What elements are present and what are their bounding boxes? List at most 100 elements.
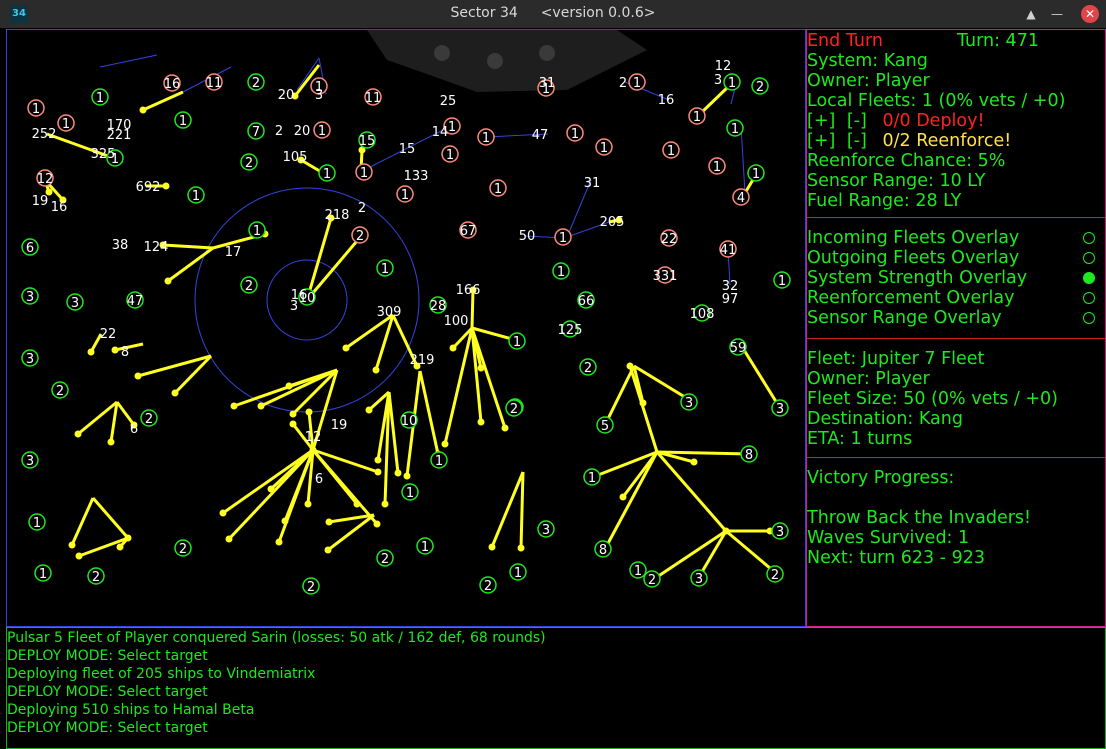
fleet-marker-icon[interactable]	[403, 472, 411, 480]
fleet-marker-icon[interactable]	[164, 277, 172, 285]
star-system-player[interactable]: 1	[773, 271, 791, 289]
fleet-marker-icon[interactable]	[75, 552, 83, 560]
overlay-radio-off-icon[interactable]	[1083, 252, 1095, 264]
deploy-minus-button[interactable]: [-]	[847, 111, 867, 131]
star-system-enemy[interactable]: 1	[628, 73, 646, 91]
star-system-player[interactable]: 3	[537, 520, 555, 538]
star-system-enemy[interactable]: 12	[36, 169, 54, 187]
star-system-player[interactable]: 28	[429, 296, 447, 314]
star-system-player[interactable]: 2	[174, 539, 192, 557]
fleet-marker-icon[interactable]	[305, 408, 313, 416]
star-system-player[interactable]: 2	[579, 358, 597, 376]
star-system-player[interactable]: 2	[643, 570, 661, 588]
star-system-player[interactable]: 2	[751, 77, 769, 95]
star-system-player[interactable]: 1	[723, 73, 741, 91]
star-system-player[interactable]: 47	[126, 291, 144, 309]
star-system-player[interactable]: 1	[629, 561, 647, 579]
fleet-marker-icon[interactable]	[324, 546, 332, 554]
fleet-marker-icon[interactable]	[111, 346, 119, 354]
star-system-player[interactable]: 2	[87, 567, 105, 585]
star-system-enemy[interactable]: 1	[554, 228, 572, 246]
star-system-player[interactable]: 10	[400, 411, 418, 429]
star-system-enemy[interactable]: 41	[719, 240, 737, 258]
close-icon[interactable]: ✕	[1081, 5, 1099, 23]
star-system-player[interactable]: 2	[376, 549, 394, 567]
star-system-player[interactable]: 2	[479, 576, 497, 594]
star-system-player[interactable]: 66	[577, 291, 595, 309]
overlay-radio-on-icon[interactable]	[1083, 272, 1095, 284]
minimize-icon[interactable]: —	[1050, 4, 1064, 24]
fleet-marker-icon[interactable]	[134, 372, 142, 380]
star-system-player[interactable]: 1	[747, 164, 765, 182]
star-system-player[interactable]: 3	[771, 399, 789, 417]
star-system-player[interactable]: 1	[318, 164, 336, 182]
star-system-player[interactable]: 3	[21, 287, 39, 305]
fleet-marker-icon[interactable]	[477, 418, 485, 426]
star-system-player[interactable]: 2	[140, 409, 158, 427]
star-system-player[interactable]: 2	[240, 153, 258, 171]
fleet-marker-icon[interactable]	[171, 389, 179, 397]
star-system-player[interactable]: 3	[21, 451, 39, 469]
star-system-player[interactable]: 1	[34, 564, 52, 582]
star-system-player[interactable]: 1	[174, 111, 192, 129]
fleet-marker-icon[interactable]	[639, 399, 647, 407]
star-system-enemy[interactable]: 67	[459, 221, 477, 239]
fleet-marker-icon[interactable]	[139, 106, 147, 114]
reinforce-plus-button[interactable]: [+]	[807, 131, 835, 151]
star-system-player[interactable]: 1	[187, 186, 205, 204]
fleet-marker-icon[interactable]	[107, 438, 115, 446]
star-system-enemy[interactable]: 1	[489, 179, 507, 197]
star-system-player[interactable]: 2	[505, 399, 523, 417]
overlay-radio-off-icon[interactable]	[1083, 312, 1095, 324]
star-system-player[interactable]: 6	[21, 238, 39, 256]
star-system-player[interactable]: 108	[690, 304, 715, 322]
star-system-player[interactable]: 3	[771, 522, 789, 540]
fleet-marker-icon[interactable]	[281, 517, 289, 525]
star-system-enemy[interactable]: 22	[660, 229, 678, 247]
star-system-player[interactable]: 5	[596, 416, 614, 434]
overlay-toggle-3[interactable]: Reenforcement Overlay	[807, 288, 1097, 308]
fleet-marker-icon[interactable]	[488, 543, 496, 551]
fleet-marker-icon[interactable]	[441, 440, 449, 448]
star-system-enemy[interactable]: 1	[27, 99, 45, 117]
galaxy-map[interactable]: 16 11 2 1 11 1 1 1 1 1 1 7 1 1 15 1 1 1 1 1 12 2 1 1 1 1 1 1 1 1 2 1 1 4 1…	[6, 29, 806, 627]
star-system-player[interactable]: 3	[21, 349, 39, 367]
star-system-enemy[interactable]: 1	[566, 124, 584, 142]
star-system-player[interactable]: 2	[247, 73, 265, 91]
overlay-toggle-2[interactable]: System Strength Overlay	[807, 268, 1097, 288]
fleet-marker-icon[interactable]	[87, 348, 95, 356]
star-system-player[interactable]: 1	[430, 451, 448, 469]
fleet-marker-icon[interactable]	[219, 509, 227, 517]
fleet-marker-icon[interactable]	[230, 402, 238, 410]
fleet-marker-icon[interactable]	[374, 456, 382, 464]
fleet-marker-icon[interactable]	[373, 520, 381, 528]
star-system-enemy[interactable]: 1	[396, 185, 414, 203]
fleet-marker-icon[interactable]	[374, 468, 382, 476]
star-system-player[interactable]: 7	[247, 122, 265, 140]
fleet-marker-icon[interactable]	[449, 344, 457, 352]
star-system-player[interactable]: 3	[690, 569, 708, 587]
star-system-enemy[interactable]: 1	[595, 138, 613, 156]
star-system-player[interactable]: 1	[509, 563, 527, 581]
star-system-player[interactable]: 8	[740, 445, 758, 463]
fleet-marker-icon[interactable]	[690, 458, 698, 466]
star-system-player[interactable]: 2	[240, 276, 258, 294]
star-system-player[interactable]: 1	[248, 221, 266, 239]
star-system-enemy[interactable]: 1	[57, 114, 75, 132]
star-system-enemy[interactable]: 1	[688, 107, 706, 125]
deploy-plus-button[interactable]: [+]	[807, 111, 835, 131]
star-system-player[interactable]: 1	[376, 259, 394, 277]
fleet-marker-icon[interactable]	[381, 500, 389, 508]
star-system-enemy[interactable]: 1	[313, 121, 331, 139]
end-turn-button[interactable]: End Turn	[807, 31, 883, 51]
star-system-enemy[interactable]: 16	[163, 74, 181, 92]
fleet-marker-icon[interactable]	[289, 410, 297, 418]
overlay-toggle-1[interactable]: Outgoing Fleets Overlay	[807, 248, 1097, 268]
star-system-enemy[interactable]: 2	[351, 226, 369, 244]
star-system-player[interactable]: 1	[583, 468, 601, 486]
fleet-marker-icon[interactable]	[225, 535, 233, 543]
fleet-marker-icon[interactable]	[116, 543, 124, 551]
fleet-marker-icon[interactable]	[162, 182, 170, 190]
star-system-enemy[interactable]: 11	[205, 73, 223, 91]
fleet-marker-icon[interactable]	[68, 541, 76, 549]
